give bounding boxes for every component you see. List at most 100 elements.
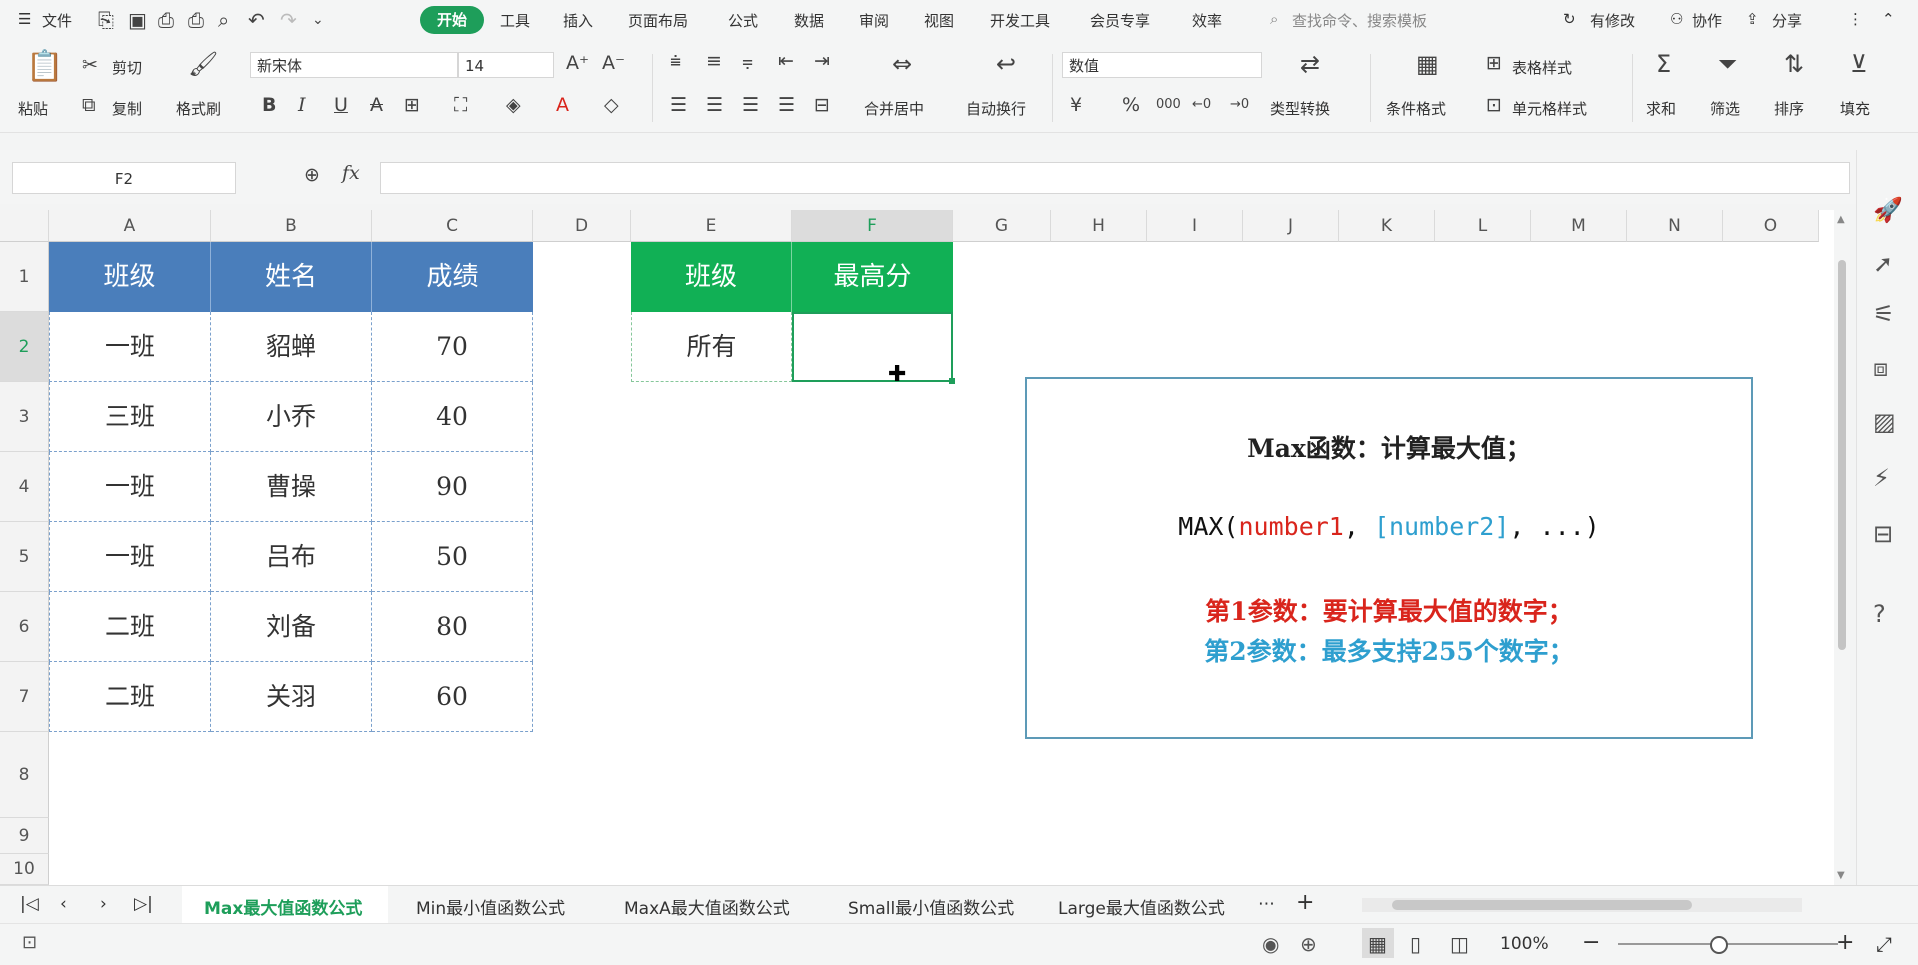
tab-tools[interactable]: 工具 — [500, 10, 530, 31]
formula-input[interactable] — [380, 162, 1850, 194]
decrease-decimal-icon[interactable]: →0 — [1230, 98, 1249, 111]
table-header-cell[interactable]: 姓名 — [211, 242, 372, 312]
undo-history-icon[interactable]: ⎘ — [98, 8, 114, 32]
column-header[interactable]: M — [1531, 210, 1627, 242]
copy-icon[interactable]: ⧉ — [82, 96, 96, 115]
next-sheet-icon[interactable]: › — [100, 894, 107, 914]
increase-indent-icon[interactable]: ⇥ — [814, 52, 830, 71]
print-icon[interactable]: ⎙ — [188, 8, 204, 32]
table-cell[interactable]: 吕布 — [211, 522, 372, 592]
table-style-button[interactable]: 表格样式 — [1512, 57, 1572, 78]
filter-button[interactable]: 筛选 — [1710, 98, 1740, 119]
table-cell[interactable]: 一班 — [49, 312, 211, 382]
sum-icon[interactable]: Σ — [1656, 52, 1671, 76]
sheet-tab-active[interactable]: Max最大值函数公式 — [204, 894, 362, 919]
row-header[interactable]: 9 — [0, 818, 49, 854]
align-right-icon[interactable]: ☰ — [742, 96, 759, 115]
currency-icon[interactable]: ¥ — [1070, 96, 1082, 115]
customize-dropdown-icon[interactable]: ⌄ — [312, 12, 324, 28]
align-bottom-icon[interactable]: ⩦ — [742, 52, 753, 71]
tab-data[interactable]: 数据 — [794, 10, 824, 31]
column-header[interactable]: J — [1243, 210, 1339, 242]
table-cell[interactable]: 40 — [372, 382, 533, 452]
table-header-cell[interactable]: 班级 — [49, 242, 211, 312]
sheet-tab[interactable]: Min最小值函数公式 — [416, 894, 565, 919]
table-cell[interactable]: 曹操 — [211, 452, 372, 522]
table-cell[interactable]: 50 — [372, 522, 533, 592]
conditional-format-button[interactable]: 条件格式 — [1386, 98, 1446, 119]
column-header[interactable]: C — [372, 210, 533, 242]
insert-function-icon[interactable]: fx — [342, 164, 360, 183]
percent-icon[interactable]: % — [1122, 96, 1140, 115]
border-icon[interactable]: ⊞ — [404, 96, 420, 115]
paste-button[interactable]: 粘贴 — [18, 98, 48, 119]
format-painter-icon[interactable]: 🖌 — [188, 52, 218, 76]
select-pointer-icon[interactable]: ➚ — [1873, 250, 1893, 278]
font-color-icon[interactable]: A — [556, 96, 569, 115]
tab-efficiency[interactable]: 效率 — [1192, 10, 1222, 31]
fill-icon[interactable]: ⊻ — [1850, 52, 1868, 76]
save-icon[interactable]: ▣ — [128, 8, 147, 32]
column-header[interactable]: D — [533, 210, 631, 242]
table-style-icon[interactable]: ⊞ — [1486, 54, 1502, 73]
redo-icon[interactable]: ↷ — [280, 8, 297, 32]
zoom-out-icon[interactable]: − — [1582, 930, 1600, 955]
clear-format-icon[interactable]: ◇ — [604, 96, 619, 115]
table-cell[interactable]: 三班 — [49, 382, 211, 452]
zoom-in-icon[interactable]: + — [1836, 930, 1854, 955]
zoom-formula-icon[interactable]: ⊕ — [304, 166, 320, 185]
cell-style-button[interactable]: 单元格样式 — [1512, 98, 1587, 119]
tab-insert[interactable]: 插入 — [563, 10, 593, 31]
merge-center-button[interactable]: 合并居中 — [864, 98, 924, 119]
justify-icon[interactable]: ☰ — [778, 96, 795, 115]
first-sheet-icon[interactable]: |◁ — [20, 894, 39, 914]
sheet-tab[interactable]: Large最大值函数公式 — [1058, 894, 1225, 919]
cut-icon[interactable]: ✂ — [82, 56, 98, 75]
format-painter-button[interactable]: 格式刷 — [176, 98, 221, 119]
merge-center-icon[interactable]: ⇔ — [892, 52, 912, 76]
table-header-cell[interactable]: 最高分 — [792, 242, 953, 312]
row-header[interactable]: 5 — [0, 522, 49, 592]
sheet-tab[interactable]: Small最小值函数公式 — [848, 894, 1014, 919]
fill-color-icon[interactable]: ◈ — [506, 96, 521, 115]
column-header-active[interactable]: F — [792, 210, 953, 242]
file-menu[interactable]: 文件 — [42, 10, 72, 31]
wrap-text-icon[interactable]: ↩ — [996, 52, 1016, 76]
search-icon[interactable]: ⌕ — [1270, 10, 1278, 28]
decrease-indent-icon[interactable]: ⇤ — [778, 52, 794, 71]
sort-button[interactable]: 排序 — [1774, 98, 1804, 119]
sheet-tab[interactable]: MaxA最大值函数公式 — [624, 894, 790, 919]
conditional-format-icon[interactable]: ▦ — [1416, 52, 1439, 76]
column-header[interactable]: G — [953, 210, 1051, 242]
wrap-text-button[interactable]: 自动换行 — [966, 98, 1026, 119]
layout-icon[interactable]: ⧈ — [1873, 354, 1888, 382]
row-header-active[interactable]: 2 — [0, 312, 49, 382]
row-header[interactable]: 1 — [0, 242, 49, 312]
underline-icon[interactable]: U — [334, 96, 348, 115]
horizontal-scrollbar-thumb[interactable] — [1392, 900, 1692, 910]
fill-button[interactable]: 填充 — [1840, 98, 1870, 119]
row-header[interactable]: 10 — [0, 854, 49, 885]
row-header[interactable]: 6 — [0, 592, 49, 662]
row-header[interactable]: 8 — [0, 732, 49, 818]
slider-settings-icon[interactable]: ⚟ — [1873, 300, 1895, 328]
column-header[interactable]: E — [631, 210, 792, 242]
align-left-icon[interactable]: ☰ — [670, 96, 687, 115]
more-sheets-icon[interactable]: ⋯ — [1258, 894, 1275, 914]
table-cell[interactable]: 80 — [372, 592, 533, 662]
cut-button[interactable]: 剪切 — [112, 57, 142, 78]
column-header[interactable]: H — [1051, 210, 1147, 242]
table-cell[interactable]: 貂蝉 — [211, 312, 372, 382]
page-break-view-icon[interactable]: ◫ — [1450, 932, 1469, 956]
column-header[interactable]: A — [49, 210, 211, 242]
type-convert-icon[interactable]: ⇄ — [1300, 52, 1320, 76]
tab-formulas[interactable]: 公式 — [728, 10, 758, 31]
table-cell[interactable]: 一班 — [49, 452, 211, 522]
number-format-select[interactable]: 数值 — [1062, 52, 1262, 78]
copy-button[interactable]: 复制 — [112, 98, 142, 119]
page-layout-view-icon[interactable]: ▯ — [1410, 932, 1421, 956]
image-edit-icon[interactable]: ▨ — [1873, 408, 1896, 436]
table-cell[interactable]: 小乔 — [211, 382, 372, 452]
paste-icon[interactable]: 📋 — [26, 52, 63, 82]
undo-icon[interactable]: ↶ — [248, 8, 265, 32]
